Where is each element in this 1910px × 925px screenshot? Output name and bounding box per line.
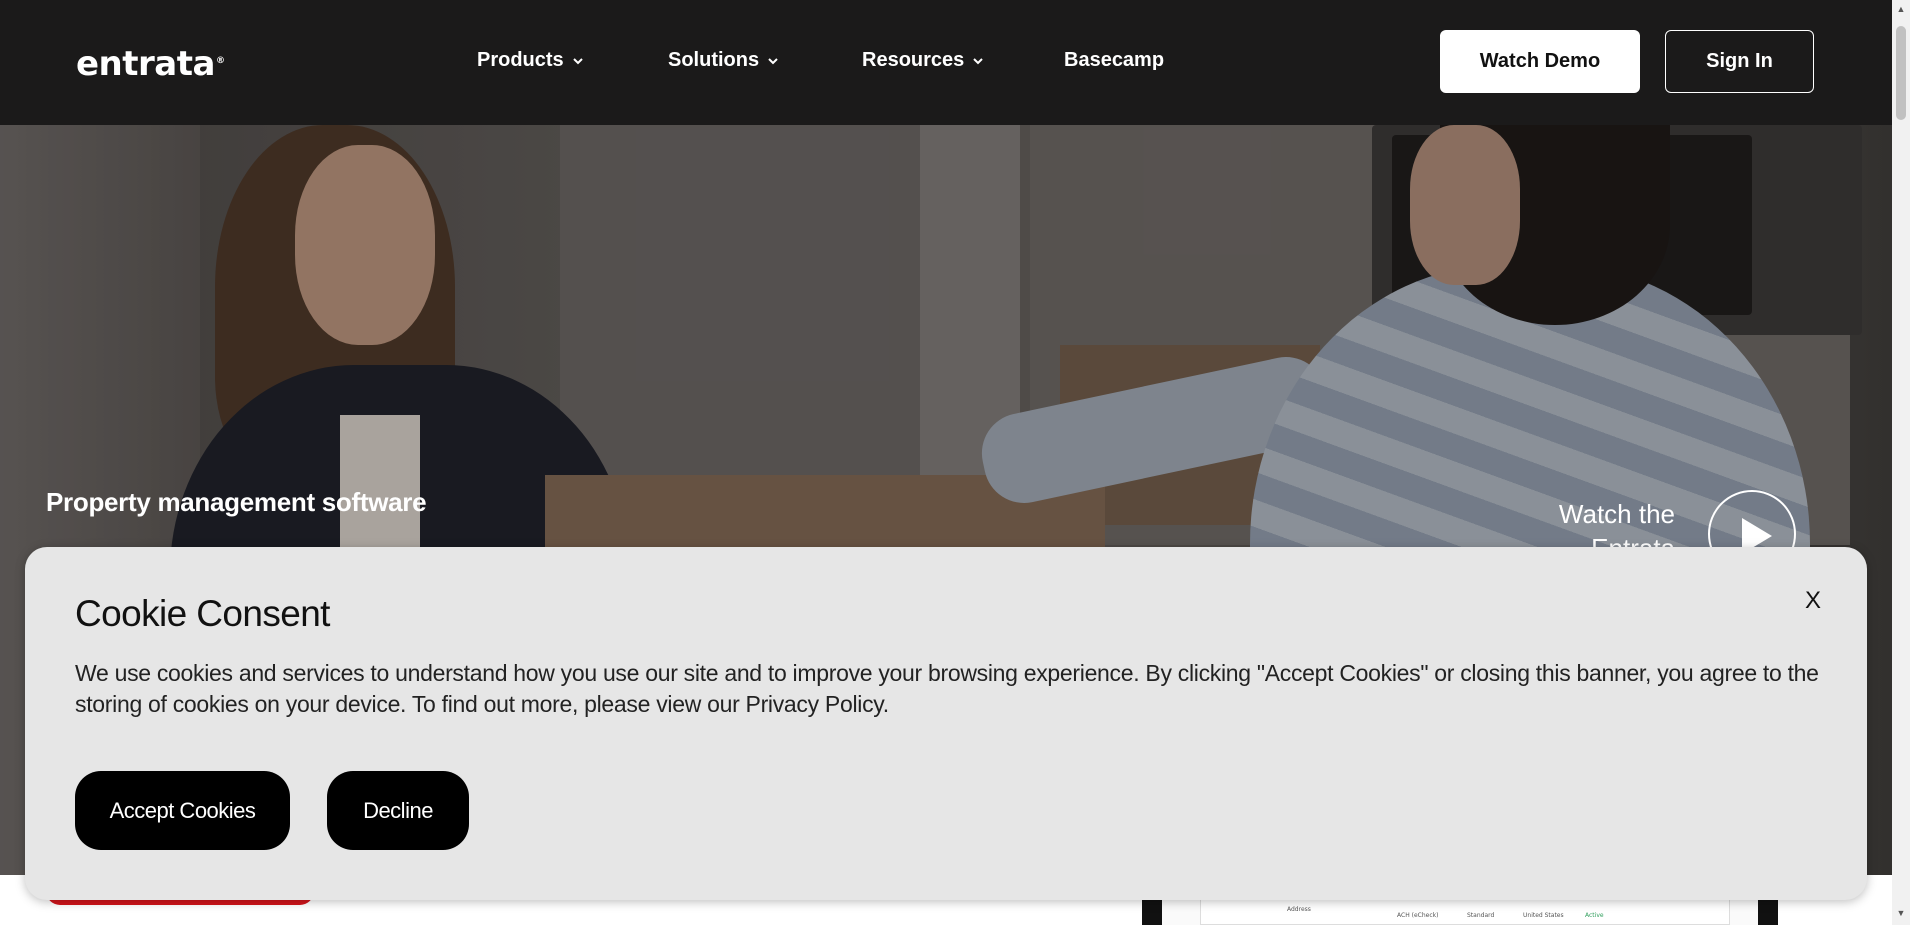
- watch-demo-button[interactable]: Watch Demo: [1440, 30, 1640, 93]
- preview-address-label: Address: [1287, 906, 1311, 913]
- accept-cookies-button[interactable]: Accept Cookies: [75, 771, 290, 850]
- nav-products[interactable]: Products: [477, 49, 584, 72]
- site-header: entrata® Products Solutions Resources Ba…: [0, 0, 1892, 125]
- preview-status: Active: [1585, 912, 1604, 919]
- nav-basecamp[interactable]: Basecamp: [1064, 49, 1164, 72]
- hero-title: Property management software: [46, 487, 427, 517]
- scroll-down-arrow-icon[interactable]: ▼: [1896, 908, 1906, 918]
- chevron-down-icon: [973, 57, 983, 64]
- scrollbar-thumb[interactable]: [1896, 26, 1906, 120]
- preview-type: Standard: [1467, 912, 1495, 919]
- chevron-down-icon: [572, 57, 583, 64]
- decline-cookies-button[interactable]: Decline: [327, 771, 469, 850]
- cookie-title: Cookie Consent: [75, 593, 330, 634]
- cookie-description: We use cookies and services to understan…: [75, 660, 1819, 717]
- page-scrollbar[interactable]: ▲ ▼: [1892, 0, 1910, 925]
- nav-resources[interactable]: Resources: [862, 49, 984, 72]
- nav-products-label: Products: [477, 49, 564, 71]
- preview-method: ACH (eCheck): [1397, 912, 1439, 919]
- nav-solutions-label: Solutions: [668, 49, 760, 71]
- close-icon[interactable]: X: [1805, 587, 1821, 615]
- nav-resources-label: Resources: [862, 49, 965, 71]
- entrata-logo[interactable]: entrata®: [76, 44, 225, 84]
- preview-country: United States: [1523, 912, 1564, 919]
- logo-text: entrata: [76, 44, 215, 84]
- nav-basecamp-label: Basecamp: [1064, 49, 1165, 71]
- chevron-down-icon: [768, 57, 778, 64]
- registered-mark: ®: [215, 55, 225, 66]
- scroll-up-arrow-icon[interactable]: ▲: [1896, 4, 1906, 14]
- sign-in-button[interactable]: Sign In: [1665, 30, 1814, 93]
- watch-overview-line1: Watch the: [1558, 499, 1675, 529]
- cookie-consent-banner: Cookie Consent X We use cookies and serv…: [25, 547, 1867, 900]
- nav-solutions[interactable]: Solutions: [668, 49, 779, 72]
